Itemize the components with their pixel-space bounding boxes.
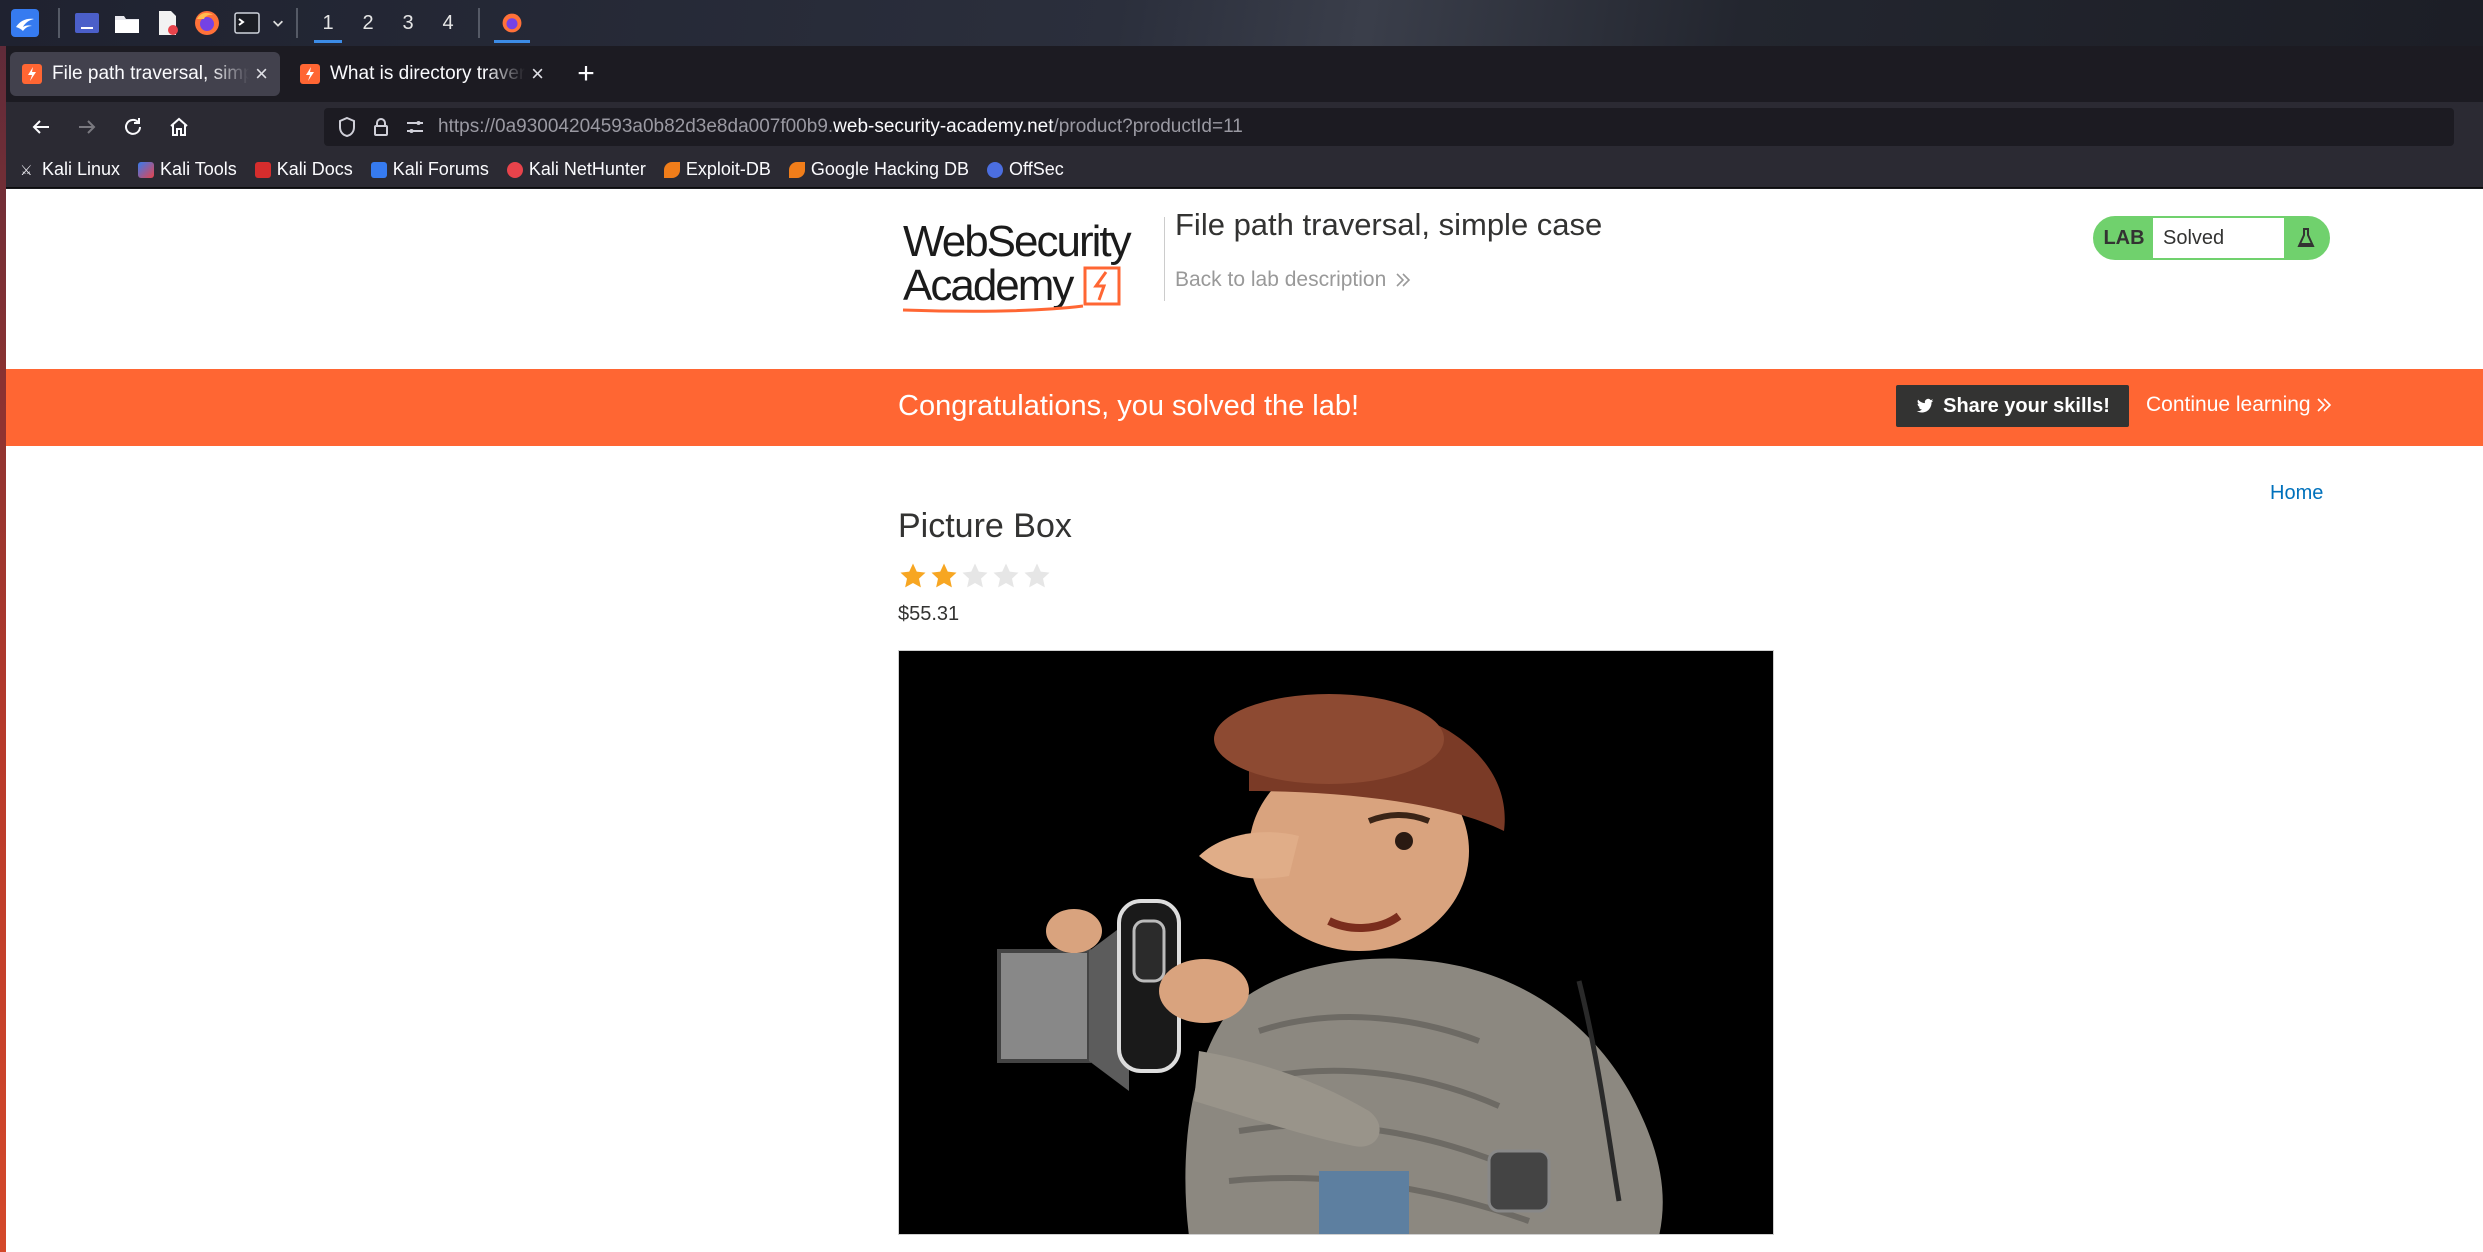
bookmark-kali-docs[interactable]: Kali Docs (254, 159, 353, 180)
shield-icon[interactable] (336, 116, 358, 138)
star-empty-icon (962, 563, 988, 588)
photographer-figurine-image (899, 651, 1773, 1234)
arrow-left-icon (32, 120, 49, 134)
solved-banner: Congratulations, you solved the lab! Sha… (6, 369, 2483, 446)
product-price: $55.31 (898, 603, 960, 625)
kali-menu-icon[interactable] (8, 6, 42, 40)
firefox-icon[interactable] (190, 6, 224, 40)
show-desktop-icon[interactable] (70, 6, 104, 40)
taskbar-firefox-window[interactable] (490, 0, 534, 46)
bookmark-google-hacking-db[interactable]: Google Hacking DB (788, 159, 969, 180)
workspace-3[interactable]: 3 (388, 0, 428, 46)
congratulations-message: Congratulations, you solved the lab! (898, 390, 1360, 422)
home-icon (170, 117, 188, 136)
web-page: WebSecurity Academy File path traversal,… (6, 189, 2483, 1252)
bookmark-exploit-db[interactable]: Exploit-DB (663, 159, 771, 180)
tab-directory-traversal[interactable]: What is directory traversal × (288, 52, 556, 96)
kali-forums-icon (370, 161, 387, 178)
forward-button[interactable] (66, 106, 108, 148)
web-security-academy-logo[interactable]: WebSecurity Academy (901, 214, 1156, 314)
browser-tab-strip: File path traversal, simple case × What … (6, 46, 2483, 102)
portswigger-favicon-icon (22, 64, 42, 84)
text-editor-icon[interactable] (150, 6, 184, 40)
screen: 1 2 3 4 File path traversal, simple case… (0, 0, 2483, 1252)
portswigger-favicon-icon (300, 64, 320, 84)
desktop-panel: 1 2 3 4 (0, 0, 2483, 46)
academy-header: WebSecurity Academy File path traversal,… (6, 189, 2483, 369)
bookmarks-toolbar: ⚔ Kali Linux Kali Tools Kali Docs Kali Fo… (6, 152, 2483, 188)
star-empty-icon (1024, 563, 1050, 588)
home-link[interactable]: Home (2270, 482, 2323, 505)
bookmark-kali-tools[interactable]: Kali Tools (138, 159, 237, 180)
header-divider (1164, 217, 1165, 301)
workspace-4[interactable]: 4 (428, 0, 468, 46)
kali-tools-icon (138, 161, 155, 178)
close-icon[interactable]: × (531, 61, 544, 87)
reload-icon (125, 118, 141, 135)
permissions-icon[interactable] (404, 116, 426, 138)
firefox-icon (502, 13, 522, 33)
lab-title: File path traversal, simple case (1175, 207, 1603, 242)
lab-status-value: Solved (2153, 218, 2284, 258)
back-to-lab-description-link[interactable]: Back to lab description (1175, 268, 1412, 292)
star-filled-icon (900, 563, 926, 588)
workspace-2[interactable]: 2 (348, 0, 388, 46)
close-icon[interactable]: × (255, 61, 268, 87)
reload-button[interactable] (112, 106, 154, 148)
kali-dragon-icon: ⚔ (20, 161, 36, 178)
arrow-right-icon (79, 120, 96, 134)
svg-text:Academy: Academy (903, 261, 1074, 310)
home-button[interactable] (158, 106, 200, 148)
offsec-icon (987, 161, 1004, 178)
lock-icon[interactable] (370, 116, 392, 138)
product-image (898, 650, 1774, 1235)
bookmark-offsec[interactable]: OffSec (987, 159, 1064, 180)
url-text: https://0a93004204593a0b82d3e8da007f00b9… (438, 116, 1243, 137)
ghdb-icon (788, 161, 805, 178)
tab-file-path-traversal[interactable]: File path traversal, simple case × (10, 52, 280, 96)
product-title: Picture Box (898, 507, 1072, 545)
terminal-icon[interactable] (230, 6, 264, 40)
bookmark-kali-nethunter[interactable]: Kali NetHunter (506, 159, 646, 180)
twitter-icon (1916, 398, 1934, 413)
lab-status-badge: LAB Solved (2093, 216, 2330, 260)
double-chevron-right-icon (1396, 273, 1411, 287)
star-filled-icon (931, 563, 957, 588)
tab-title: What is directory traversal (330, 63, 526, 84)
svg-text:WebSecurity: WebSecurity (903, 217, 1132, 266)
file-manager-icon[interactable] (110, 6, 144, 40)
lab-status-label: LAB (2103, 226, 2145, 249)
bookmark-kali-forums[interactable]: Kali Forums (370, 159, 489, 180)
bookmark-kali-linux[interactable]: ⚔ Kali Linux (20, 159, 120, 180)
browser-nav-bar: https://0a93004204593a0b82d3e8da007f00b9… (6, 102, 2483, 152)
back-button[interactable] (20, 106, 62, 148)
tab-title: File path traversal, simple case (52, 63, 250, 84)
url-bar[interactable]: https://0a93004204593a0b82d3e8da007f00b9… (324, 108, 2454, 146)
chevron-down-icon[interactable] (270, 6, 286, 40)
continue-learning-link[interactable]: Continue learning (2146, 393, 2333, 417)
exploit-db-icon (663, 161, 680, 178)
new-tab-button[interactable]: + (564, 52, 608, 96)
product-rating (898, 561, 1053, 591)
kali-docs-icon (254, 161, 271, 178)
star-empty-icon (993, 563, 1019, 588)
nethunter-icon (506, 161, 523, 178)
share-skills-button[interactable]: Share your skills! (1896, 385, 2129, 427)
double-chevron-right-icon (2317, 398, 2331, 412)
flask-icon (2284, 218, 2328, 258)
workspace-1[interactable]: 1 (308, 0, 348, 46)
